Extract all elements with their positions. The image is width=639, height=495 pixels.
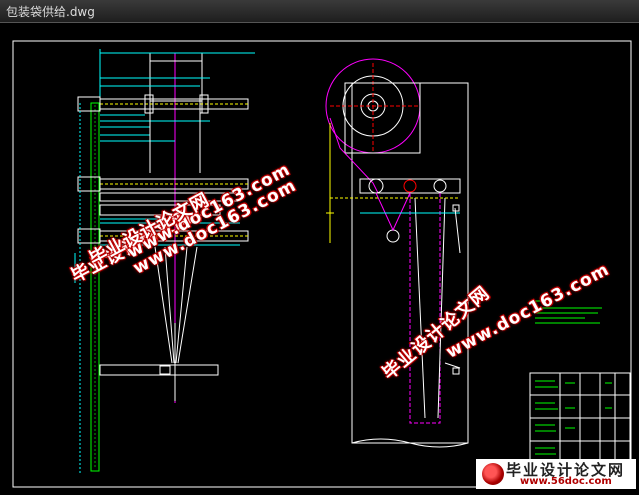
logo-icon xyxy=(482,463,504,485)
window-title: 包装袋供给.dwg xyxy=(6,5,95,19)
right-view xyxy=(325,58,469,448)
roller xyxy=(368,178,384,194)
drawing-canvas[interactable]: 毕业设计论文网 www.doc163.com 毕业设计论文网 www.doc16… xyxy=(0,23,639,491)
logo-url: www.56doc.com xyxy=(520,476,612,487)
title-bar: 包装袋供给.dwg xyxy=(0,0,639,23)
site-logo: 毕业设计论文网 www.56doc.com xyxy=(476,459,636,489)
